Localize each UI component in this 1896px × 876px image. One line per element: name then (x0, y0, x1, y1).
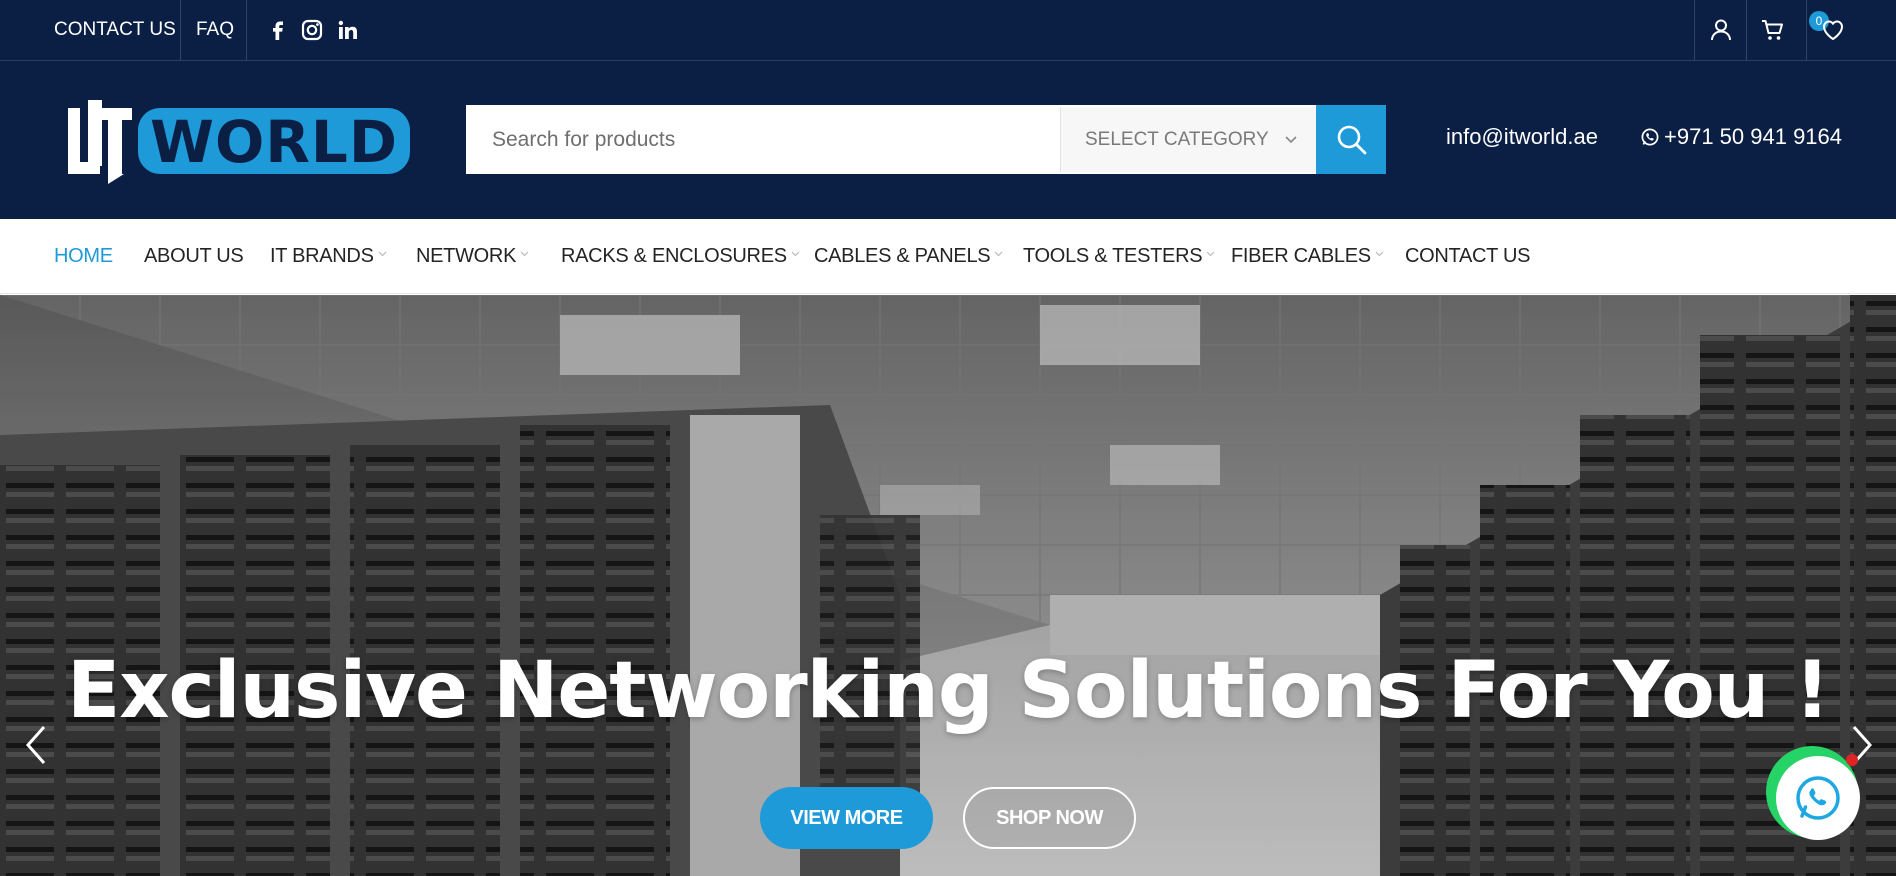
nav-item-home[interactable]: HOME (54, 219, 113, 294)
category-select[interactable]: SELECT CATEGORY (1060, 107, 1318, 172)
chevron-down-icon (1285, 136, 1297, 144)
nav-item-label: FIBER CABLES (1231, 245, 1371, 267)
user-account-icon[interactable] (1708, 17, 1734, 43)
nav-item-label: IT BRANDS (270, 245, 374, 267)
search-button[interactable] (1316, 105, 1386, 174)
divider (1806, 0, 1807, 60)
chevron-down-icon (791, 251, 800, 257)
facebook-icon[interactable] (266, 18, 290, 42)
nav-item-it-brands[interactable]: IT BRANDS (270, 219, 387, 294)
server-room-image (0, 295, 1896, 876)
wishlist-heart-icon[interactable] (1820, 17, 1846, 43)
contact-phone-text: +971 50 941 9164 (1664, 124, 1843, 149)
linkedin-icon[interactable] (336, 18, 360, 42)
chevron-down-icon (1375, 251, 1384, 257)
svg-text:WORLD: WORLD (150, 108, 398, 176)
contact-email[interactable]: info@itworld.ae (1446, 124, 1598, 150)
nav-item-label: RACKS & ENCLOSURES (561, 245, 787, 267)
whatsapp-chat-icon[interactable] (1766, 744, 1862, 840)
category-select-label: SELECT CATEGORY (1085, 129, 1269, 150)
hero-title: Exclusive Networking Solutions For You ! (66, 646, 1830, 736)
nav-item-label: CABLES & PANELS (814, 245, 991, 267)
search-bar: SELECT CATEGORY (466, 105, 1386, 174)
nav-item-label: ABOUT US (144, 245, 244, 267)
divider (1694, 0, 1695, 60)
chevron-down-icon (520, 251, 529, 257)
search-icon (1337, 125, 1367, 155)
nav-item-cables-panels[interactable]: CABLES & PANELS (814, 219, 1003, 294)
instagram-icon[interactable] (300, 18, 324, 42)
whatsapp-icon (1641, 128, 1659, 146)
divider (180, 0, 181, 60)
nav-item-label: CONTACT US (1405, 245, 1531, 267)
chevron-down-icon (378, 251, 387, 257)
nav-item-racks-enclosures[interactable]: RACKS & ENCLOSURES (561, 219, 800, 294)
top-bar: CONTACT US FAQ 0 (0, 0, 1896, 61)
top-contact-link[interactable]: CONTACT US (54, 0, 176, 60)
divider (1746, 0, 1747, 60)
nav-item-network[interactable]: NETWORK (416, 219, 529, 294)
nav-item-about-us[interactable]: ABOUT US (144, 219, 244, 294)
nav-item-tools-testers[interactable]: TOOLS & TESTERS (1023, 219, 1215, 294)
divider (246, 0, 247, 60)
contact-phone[interactable]: +971 50 941 9164 (1640, 124, 1842, 150)
nav-item-fiber-cables[interactable]: FIBER CABLES (1231, 219, 1384, 294)
shop-now-button[interactable]: SHOP NOW (963, 787, 1136, 849)
slider-prev-arrow-icon[interactable] (22, 723, 52, 767)
view-more-button[interactable]: VIEW MORE (760, 787, 933, 849)
search-input[interactable] (468, 107, 1060, 172)
nav-item-label: TOOLS & TESTERS (1023, 245, 1203, 267)
chevron-down-icon (994, 251, 1003, 257)
it-world-logo[interactable]: WORLD (66, 98, 411, 184)
main-navigation: HOME ABOUT US IT BRANDS NETWORK RACKS & … (0, 219, 1896, 294)
nav-item-contact-us[interactable]: CONTACT US (1405, 219, 1530, 294)
nav-item-label: NETWORK (416, 245, 517, 267)
chevron-down-icon (1206, 251, 1215, 257)
nav-item-label: HOME (54, 245, 113, 267)
hero-slider: Exclusive Networking Solutions For You !… (0, 295, 1896, 876)
shopping-cart-icon[interactable] (1760, 17, 1786, 43)
top-faq-link[interactable]: FAQ (196, 0, 234, 60)
